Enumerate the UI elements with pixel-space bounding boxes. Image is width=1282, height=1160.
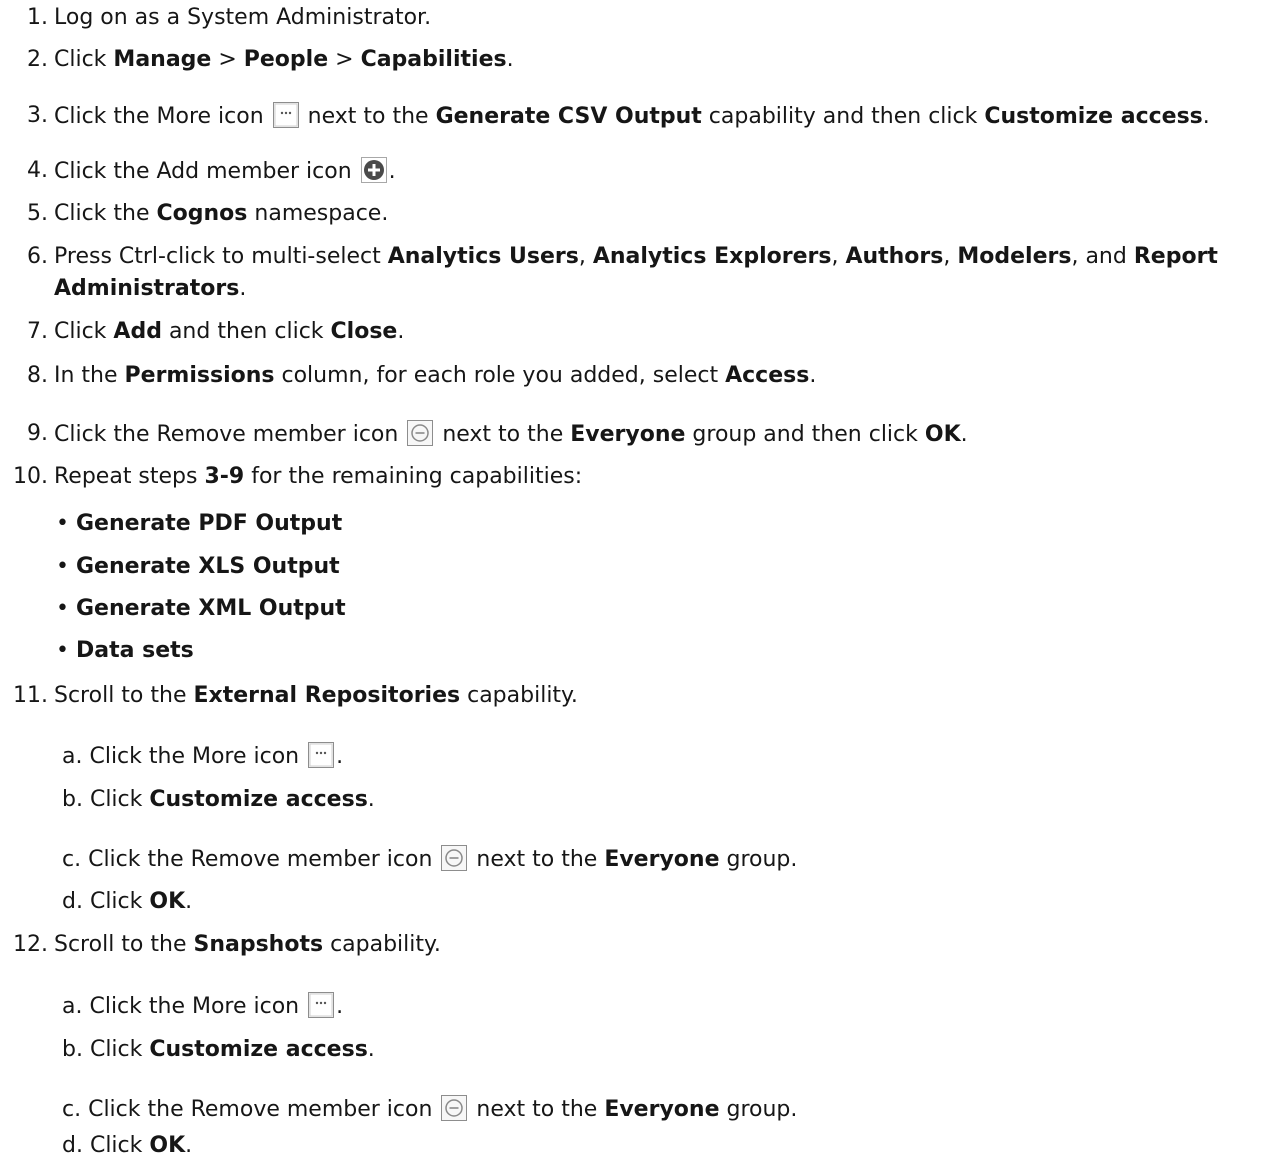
step-text-continued: Administrators. [54,276,247,301]
capability-name: Data sets [76,638,194,663]
step-number: 2. [27,47,48,72]
step-number: 5. [27,201,48,226]
step-number: 4. [27,158,48,183]
step-number: 1. [27,5,48,30]
ui-term: Add [113,319,162,344]
ui-term: Analytics Users [387,244,579,269]
remove-member-icon [441,1095,468,1121]
ui-term: Permissions [124,363,275,388]
step-number: 9. [27,421,48,446]
ui-term: Everyone [604,1097,720,1122]
step-text: Repeat steps 3-9 for the remaining capab… [54,464,583,489]
step-text: Click the Cognos namespace. [54,201,389,226]
remove-member-icon [407,420,434,446]
ui-term: Access [725,363,810,388]
step-number: 10. [13,464,48,489]
step-text: Scroll to the Snapshots capability. [54,932,441,957]
ui-term: Manage [113,47,212,72]
ui-term: Modelers [957,244,1072,269]
capability-name: Generate XLS Output [76,554,340,579]
ui-term: Everyone [604,847,720,872]
ui-term: Snapshots [193,932,324,957]
step-number: 6. [27,244,48,269]
ui-term: Close [330,319,398,344]
step-text: Log on as a System Administrator. [54,5,432,30]
step-text: In the Permissions column, for each role… [54,363,817,388]
capability-name: Generate PDF Output [76,511,343,536]
more-icon [308,992,335,1018]
step-text: Click the More icon next to the Generate… [54,102,1210,129]
step-number: 7. [27,319,48,344]
ui-term: Generate CSV Output [435,104,702,129]
ui-term: Everyone [570,422,686,447]
step-text: Press Ctrl-click to multi-select Analyti… [54,244,1218,269]
ui-term: People [243,47,329,72]
ui-term: Customize access [149,1037,368,1062]
remove-member-icon [441,845,468,871]
ui-term: Customize access [984,104,1203,129]
ui-term: OK [924,422,961,447]
step-text: Click Manage > People > Capabilities. [54,47,514,72]
step-number: 3. [27,103,48,128]
step-number: 11. [13,683,48,708]
ui-term: OK [149,1133,186,1158]
ui-term: Authors [845,244,944,269]
ui-term: Cognos [156,201,248,226]
step-text: Click the Add member icon . [54,157,396,184]
ui-term: OK [149,889,186,914]
step-number: 12. [13,932,48,957]
step-text: Click Add and then click Close. [54,319,405,344]
step-number: 8. [27,363,48,388]
ui-term: Analytics Explorers [592,244,832,269]
ui-term: External Repositories [193,683,461,708]
add-member-icon [360,157,387,183]
ui-term: Report [1133,244,1218,269]
ui-term: Customize access [149,787,368,812]
more-icon [308,742,335,768]
capability-name: Generate XML Output [76,596,346,621]
ui-term: Administrators [54,276,240,301]
ui-term: 3-9 [204,464,245,489]
more-icon [272,102,299,128]
step-text: Click the Remove member icon next to the… [54,420,968,447]
ui-term: Capabilities [360,47,507,72]
step-text: Scroll to the External Repositories capa… [54,683,578,708]
